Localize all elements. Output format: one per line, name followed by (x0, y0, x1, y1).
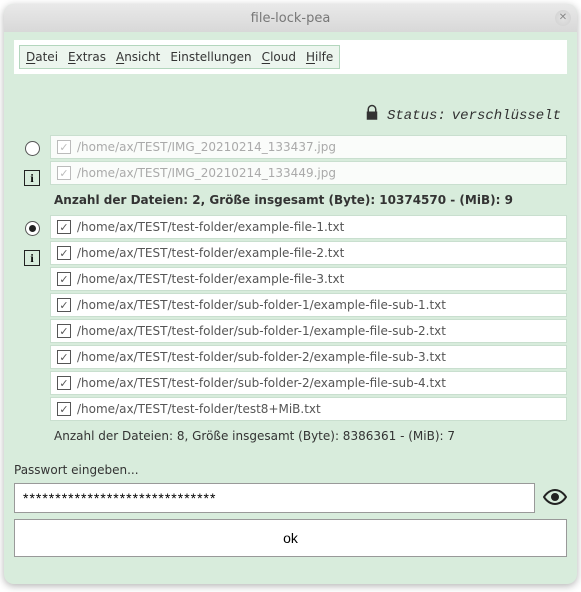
file-row: /home/ax/TEST/test-folder/example-file-2… (50, 241, 567, 265)
file-checkbox[interactable] (57, 246, 71, 260)
window-body: Datei Extras Ansicht Einstellungen Cloud… (4, 32, 577, 584)
file-checkbox[interactable] (57, 220, 71, 234)
window-title: file-lock-pea (251, 11, 331, 26)
password-row (14, 483, 567, 513)
file-checkbox[interactable] (57, 140, 71, 154)
password-input[interactable] (14, 483, 535, 513)
menu-hilfe[interactable]: Hilfe (306, 50, 333, 64)
file-path: /home/ax/TEST/test-folder/sub-folder-2/e… (77, 350, 446, 364)
file-row: /home/ax/TEST/test-folder/test8+MiB.txt (50, 397, 567, 421)
status-value: verschlüsselt (452, 108, 561, 124)
file-row: /home/ax/TEST/test-folder/sub-folder-1/e… (50, 319, 567, 343)
group-radio[interactable] (25, 221, 40, 236)
ok-button[interactable]: ok (14, 519, 567, 557)
menu-cloud[interactable]: Cloud (262, 50, 296, 64)
file-group: i/home/ax/TEST/test-folder/example-file-… (14, 215, 567, 451)
file-groups: i/home/ax/TEST/IMG_20210214_133437.jpg/h… (14, 135, 567, 451)
file-checkbox[interactable] (57, 350, 71, 364)
menubar: Datei Extras Ansicht Einstellungen Cloud… (19, 45, 340, 69)
file-row: /home/ax/TEST/IMG_20210214_133437.jpg (50, 135, 567, 159)
file-path: /home/ax/TEST/IMG_20210214_133437.jpg (77, 140, 336, 154)
file-path: /home/ax/TEST/test-folder/sub-folder-2/e… (77, 376, 446, 390)
file-path: /home/ax/TEST/test-folder/test8+MiB.txt (77, 402, 321, 416)
file-path: /home/ax/TEST/IMG_20210214_133449.jpg (77, 166, 336, 180)
file-row: /home/ax/TEST/test-folder/sub-folder-2/e… (50, 371, 567, 395)
file-path: /home/ax/TEST/test-folder/example-file-3… (77, 272, 344, 286)
menu-einstellungen[interactable]: Einstellungen (170, 50, 251, 64)
info-icon[interactable]: i (24, 170, 40, 186)
menu-extras[interactable]: Extras (68, 50, 106, 64)
file-checkbox[interactable] (57, 272, 71, 286)
file-checkbox[interactable] (57, 376, 71, 390)
status-row: Status: verschlüsselt (14, 80, 567, 129)
group-radio[interactable] (25, 141, 40, 156)
group-files: /home/ax/TEST/test-folder/example-file-1… (50, 215, 567, 451)
group-controls: i (14, 215, 50, 451)
file-path: /home/ax/TEST/test-folder/example-file-1… (77, 220, 344, 234)
group-files: /home/ax/TEST/IMG_20210214_133437.jpg/ho… (50, 135, 567, 215)
file-group: i/home/ax/TEST/IMG_20210214_133437.jpg/h… (14, 135, 567, 215)
menu-ansicht[interactable]: Ansicht (116, 50, 160, 64)
file-row: /home/ax/TEST/test-folder/example-file-3… (50, 267, 567, 291)
file-row: /home/ax/TEST/test-folder/example-file-1… (50, 215, 567, 239)
lock-icon (363, 104, 381, 127)
menu-datei[interactable]: Datei (26, 50, 58, 64)
file-checkbox[interactable] (57, 298, 71, 312)
file-checkbox[interactable] (57, 324, 71, 338)
file-path: /home/ax/TEST/test-folder/sub-folder-1/e… (77, 324, 446, 338)
file-checkbox[interactable] (57, 402, 71, 416)
file-path: /home/ax/TEST/test-folder/example-file-2… (77, 246, 344, 260)
file-path: /home/ax/TEST/test-folder/sub-folder-1/e… (77, 298, 446, 312)
group-summary: Anzahl der Dateien: 8, Größe insgesamt (… (50, 423, 567, 451)
password-label: Passwort eingeben... (14, 457, 567, 477)
menubar-container: Datei Extras Ansicht Einstellungen Cloud… (14, 40, 567, 74)
eye-icon[interactable] (543, 485, 567, 512)
file-row: /home/ax/TEST/IMG_20210214_133449.jpg (50, 161, 567, 185)
status-label: Status: (387, 108, 446, 124)
group-controls: i (14, 135, 50, 215)
group-summary: Anzahl der Dateien: 2, Größe insgesamt (… (50, 187, 567, 215)
file-row: /home/ax/TEST/test-folder/sub-folder-1/e… (50, 293, 567, 317)
close-icon[interactable]: ✕ (555, 10, 571, 26)
window: file-lock-pea ✕ Datei Extras Ansicht Ein… (4, 4, 577, 584)
file-row: /home/ax/TEST/test-folder/sub-folder-2/e… (50, 345, 567, 369)
titlebar: file-lock-pea ✕ (4, 4, 577, 32)
file-checkbox[interactable] (57, 166, 71, 180)
info-icon[interactable]: i (24, 250, 40, 266)
